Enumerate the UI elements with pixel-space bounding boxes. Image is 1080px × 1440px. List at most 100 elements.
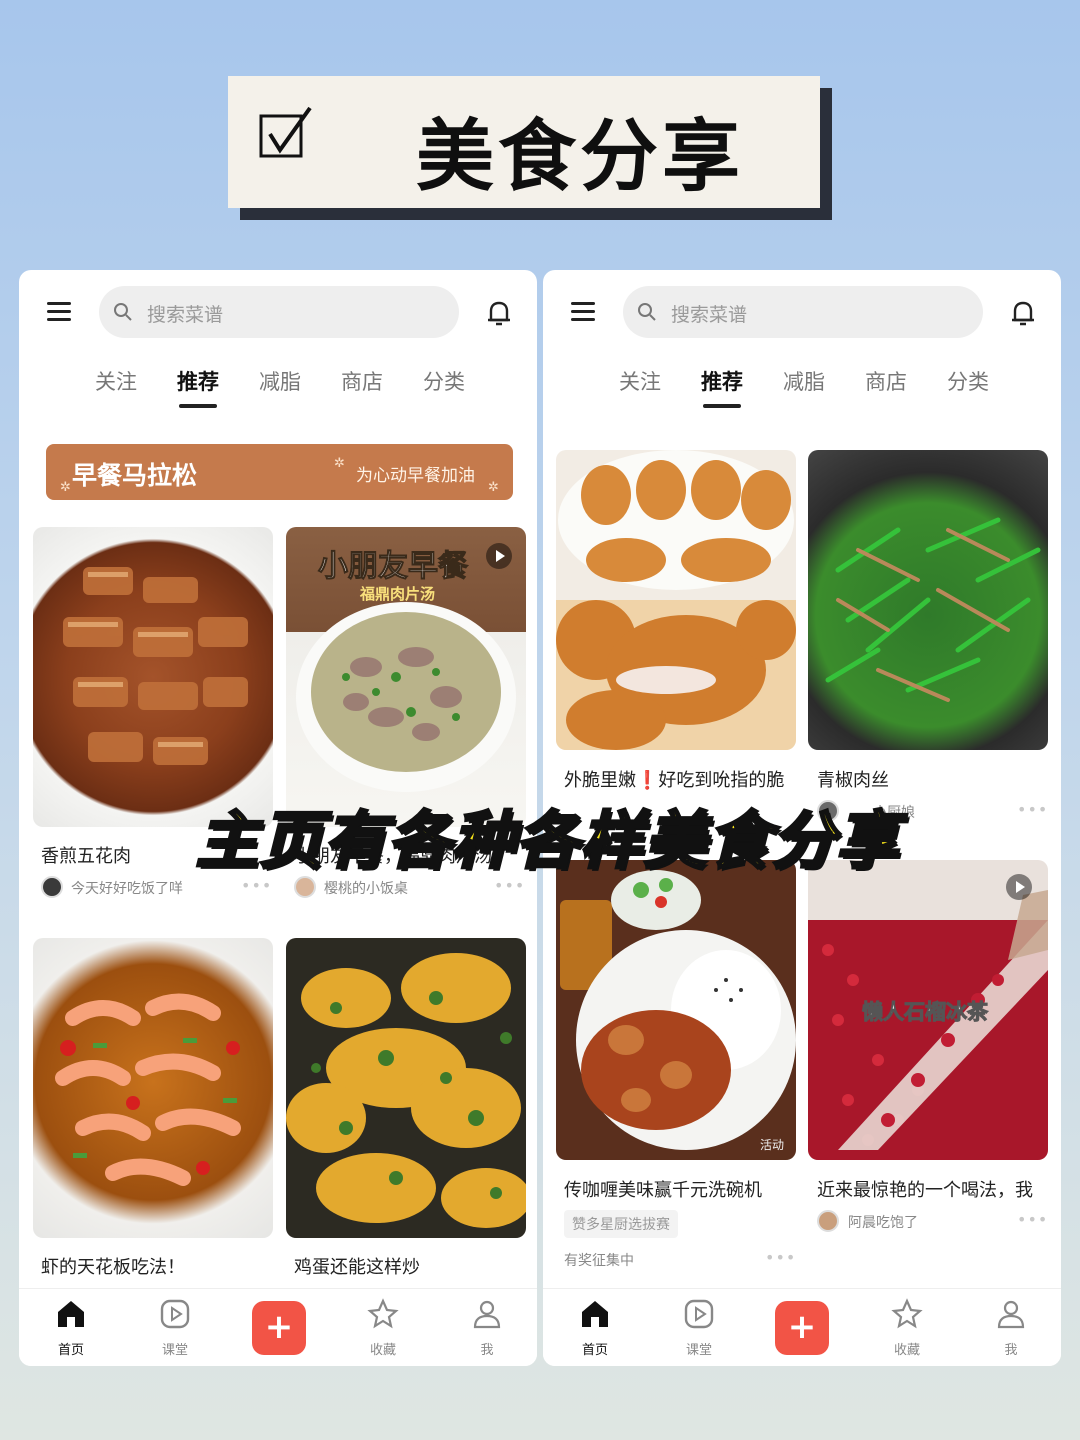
nav-favorites[interactable]: 收藏 — [877, 1297, 937, 1358]
image-overlay-title: 懒人石榴冰茶 — [862, 1000, 989, 1025]
nav-label: 我 — [1004, 1343, 1018, 1358]
title-banner: 美食分享 — [228, 76, 820, 208]
image-badge: 活动 — [760, 1138, 785, 1152]
tab-category[interactable]: 分类 — [423, 366, 465, 396]
menu-icon[interactable] — [571, 302, 595, 322]
search-placeholder: 搜索菜谱 — [671, 304, 748, 326]
card-author: 有奖征集中 — [564, 1253, 634, 1269]
card-title[interactable]: 虾的天花板吃法！ — [41, 1253, 261, 1279]
nav-home[interactable]: 首页 — [41, 1297, 101, 1358]
pork-belly-photo — [63, 567, 248, 765]
menu-icon[interactable] — [47, 302, 71, 322]
star-icon — [891, 1298, 923, 1329]
nav-me[interactable]: 我 — [981, 1297, 1041, 1358]
search-icon — [638, 303, 656, 321]
banner-title: 美食分享 — [416, 112, 745, 202]
top-bar: 搜索菜谱 — [19, 286, 537, 338]
card-image[interactable]: 懒人石榴冰茶 — [808, 860, 1048, 1160]
search-input[interactable]: 搜索菜谱 — [623, 286, 983, 338]
card-title[interactable]: 传咖喱美味赢千元洗碗机 — [564, 1176, 796, 1202]
card-title[interactable]: 近来最惊艳的一个喝法，我 — [817, 1176, 1049, 1202]
nav-classroom[interactable]: 课堂 — [669, 1297, 729, 1358]
card-image[interactable] — [33, 527, 273, 827]
add-post-button[interactable]: + — [252, 1301, 306, 1355]
home-icon — [58, 1301, 84, 1327]
nav-label: 课堂 — [161, 1343, 188, 1358]
top-bar: 搜索菜谱 — [543, 286, 1061, 338]
curry-rice-photo — [560, 870, 796, 1150]
category-tabs: 关注 推荐 减脂 商店 分类 — [543, 366, 1061, 410]
shrimp-photo — [55, 993, 241, 1186]
card-title[interactable]: 鸡蛋还能这样炒 — [294, 1253, 514, 1279]
bottom-navigation: 首页 课堂 + 收藏 我 — [19, 1288, 537, 1366]
bottom-navigation: 首页 课堂 + 收藏 我 — [543, 1288, 1061, 1366]
play-circle-icon — [160, 1299, 190, 1329]
nav-classroom[interactable]: 课堂 — [145, 1297, 205, 1358]
search-placeholder: 搜索菜谱 — [147, 304, 224, 326]
active-tab-indicator — [179, 404, 217, 408]
tab-recommend[interactable]: 推荐 — [701, 366, 743, 396]
nav-home[interactable]: 首页 — [565, 1297, 625, 1358]
checkbox-checked-icon — [259, 106, 312, 158]
shredded-pork-pepper-photo — [825, 517, 1041, 702]
contest-tag[interactable]: 赞多星厨选拔赛 — [564, 1210, 678, 1238]
nav-label: 首页 — [57, 1343, 84, 1358]
home-icon — [582, 1301, 608, 1327]
more-options-icon[interactable]: ••• — [1017, 1210, 1048, 1229]
tab-fat-loss[interactable]: 减脂 — [783, 366, 825, 396]
promo-subtitle: 为心动早餐加油 — [356, 466, 475, 486]
card-title[interactable]: 青椒肉丝 — [817, 766, 1049, 792]
tab-follow[interactable]: 关注 — [95, 366, 137, 396]
bell-icon[interactable] — [1009, 298, 1037, 328]
card-image[interactable] — [33, 938, 273, 1238]
video-play-icon — [486, 543, 512, 569]
nav-me[interactable]: 我 — [457, 1297, 517, 1358]
tab-category[interactable]: 分类 — [947, 366, 989, 396]
avatar[interactable] — [817, 1210, 839, 1232]
more-options-icon[interactable]: ••• — [765, 1248, 796, 1267]
nav-label: 课堂 — [685, 1343, 712, 1358]
active-tab-indicator — [703, 404, 741, 408]
search-input[interactable]: 搜索菜谱 — [99, 286, 459, 338]
card-image[interactable] — [808, 450, 1048, 750]
sparkle-icon: ✲ — [488, 480, 499, 495]
overlay-caption: 主页有各种各样美食分享 — [194, 803, 900, 879]
card-author[interactable]: 今天好好吃饭了咩 — [71, 878, 183, 898]
card-author[interactable]: 阿晨吃饱了 — [848, 1212, 918, 1232]
card-image[interactable] — [286, 938, 526, 1238]
nav-label: 首页 — [581, 1343, 608, 1358]
search-icon — [114, 303, 132, 321]
sparkle-icon: ✲ — [60, 480, 71, 495]
star-icon — [367, 1298, 399, 1329]
avatar[interactable] — [41, 876, 63, 898]
card-image[interactable]: 活动 — [556, 860, 796, 1160]
image-overlay-title: 小朋友早餐 — [318, 549, 469, 585]
card-author[interactable]: 樱桃的小饭桌 — [324, 878, 408, 898]
category-tabs: 关注 推荐 减脂 商店 分类 — [19, 366, 537, 410]
fried-chicken-wings-photo — [556, 450, 796, 750]
nav-label: 收藏 — [893, 1343, 920, 1358]
bell-icon[interactable] — [485, 298, 513, 328]
card-title[interactable]: 外脆里嫩❗️好吃到吮指的脆 — [564, 766, 796, 792]
nav-favorites[interactable]: 收藏 — [353, 1297, 413, 1358]
more-options-icon[interactable]: ••• — [1017, 800, 1048, 819]
card-image[interactable]: 小朋友早餐 福鼎肉片汤 — [286, 527, 526, 827]
tab-shop[interactable]: 商店 — [341, 366, 383, 396]
card-image[interactable] — [556, 450, 796, 750]
image-overlay-subtitle: 福鼎肉片汤 — [360, 585, 436, 603]
tab-recommend[interactable]: 推荐 — [177, 366, 219, 396]
tab-fat-loss[interactable]: 减脂 — [259, 366, 301, 396]
user-icon — [473, 1300, 501, 1329]
tab-follow[interactable]: 关注 — [619, 366, 661, 396]
play-circle-icon — [684, 1299, 714, 1329]
video-play-icon — [1006, 874, 1032, 900]
nav-label: 收藏 — [369, 1343, 396, 1358]
promo-banner[interactable]: 早餐马拉松 为心动早餐加油 ✲ ✲ ✲ — [46, 444, 513, 500]
promo-title: 早餐马拉松 — [72, 461, 198, 490]
add-post-button[interactable]: + — [775, 1301, 829, 1355]
tab-shop[interactable]: 商店 — [865, 366, 907, 396]
user-icon — [997, 1300, 1025, 1329]
sparkle-icon: ✲ — [334, 456, 345, 471]
scrambled-egg-photo — [286, 953, 526, 1228]
nav-label: 我 — [480, 1343, 494, 1358]
